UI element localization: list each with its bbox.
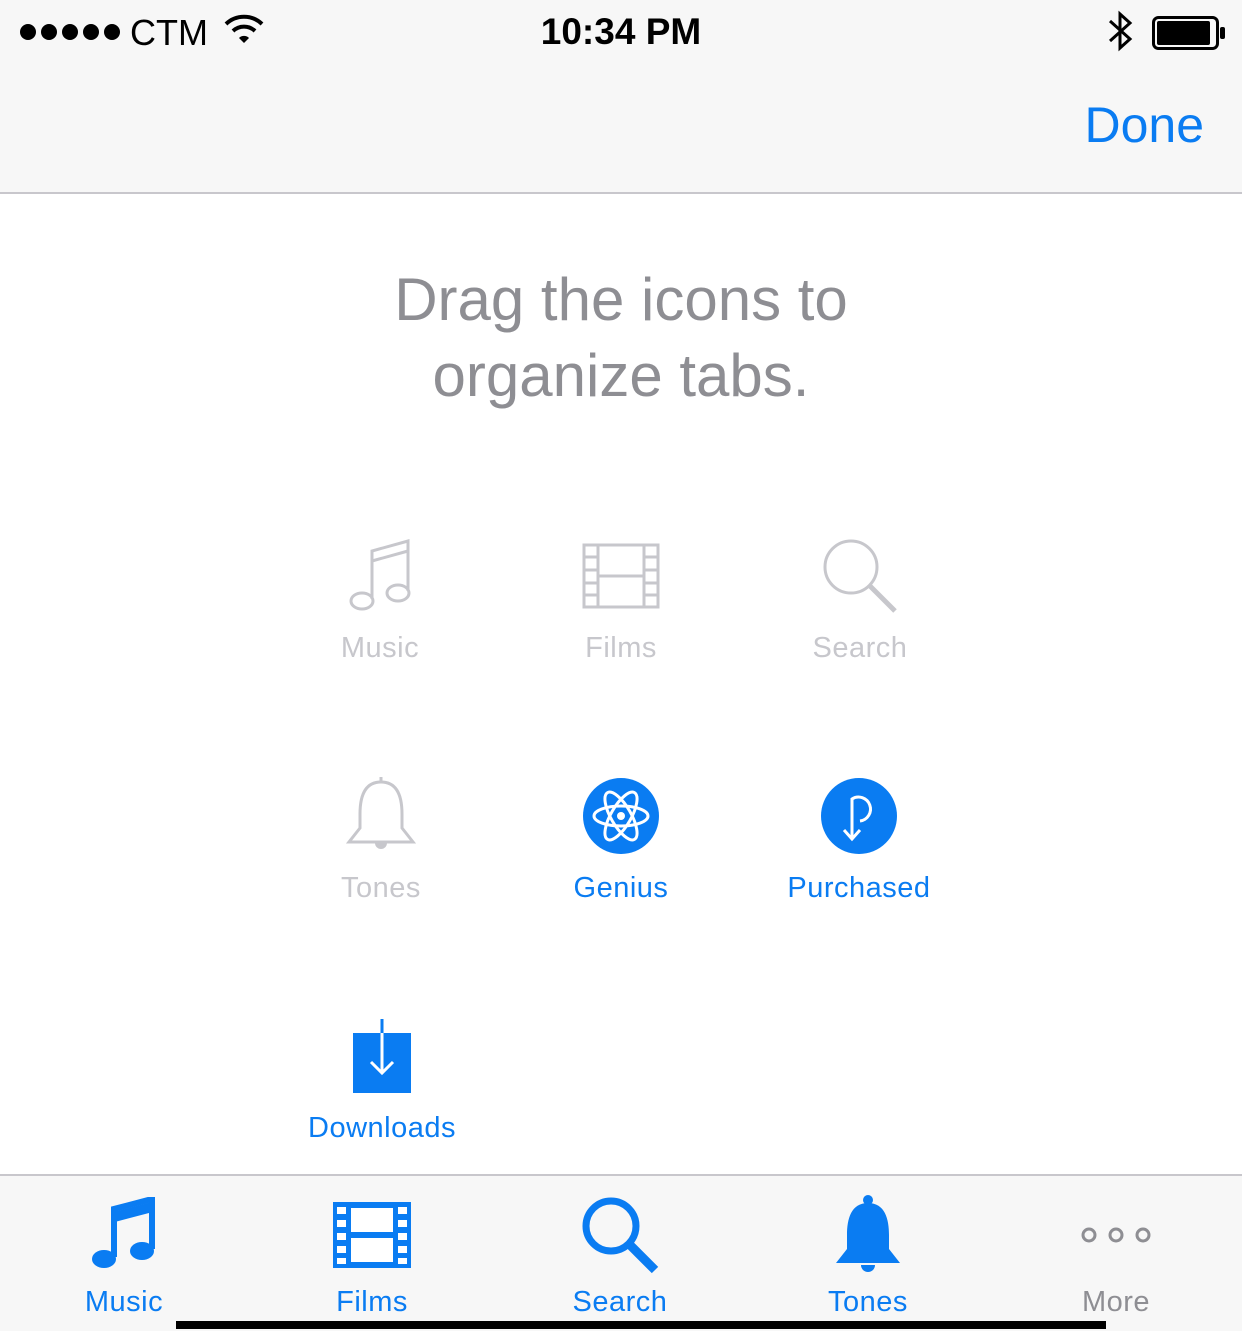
bell-icon xyxy=(346,777,416,849)
done-button[interactable]: Done xyxy=(1084,96,1204,154)
tab-films[interactable]: Films xyxy=(248,1176,496,1331)
grid-item-label: Genius xyxy=(573,872,669,904)
tab-label: Search xyxy=(572,1286,668,1318)
magnifier-icon xyxy=(823,539,897,613)
grid-item-purchased[interactable]: Purchased xyxy=(739,774,979,905)
magnifier-icon xyxy=(582,1197,659,1274)
purchased-icon xyxy=(821,778,897,854)
instruction-line-2: organize tabs. xyxy=(432,342,810,409)
tab-label: Tones xyxy=(828,1286,908,1318)
grid-item-films[interactable]: Films xyxy=(501,534,741,665)
tab-more[interactable]: More xyxy=(992,1176,1240,1331)
grid-item-label: Search xyxy=(812,632,908,664)
status-bar: CTM 10:34 PM xyxy=(0,0,1242,66)
film-strip-icon xyxy=(333,1202,411,1268)
tab-search[interactable]: Search xyxy=(496,1176,744,1331)
tab-label: More xyxy=(1081,1286,1151,1318)
grid-item-label: Tones xyxy=(341,872,421,904)
instruction-text: Drag the icons to organize tabs. xyxy=(0,262,1242,414)
bluetooth-icon xyxy=(1108,10,1133,52)
grid-item-label: Downloads xyxy=(308,1112,456,1144)
download-icon xyxy=(353,1019,411,1093)
grid-item-label: Films xyxy=(585,632,657,664)
music-note-icon xyxy=(349,539,411,611)
grid-item-downloads[interactable]: Downloads xyxy=(262,1014,502,1145)
film-strip-icon xyxy=(582,543,660,609)
grid-item-tones[interactable]: Tones xyxy=(261,774,501,905)
grid-item-music[interactable]: Music xyxy=(260,534,500,665)
battery-icon xyxy=(1152,16,1225,50)
grid-item-label: Purchased xyxy=(787,872,931,904)
tab-tones[interactable]: Tones xyxy=(744,1176,992,1331)
status-time: 10:34 PM xyxy=(540,11,702,52)
tab-label: Music xyxy=(84,1286,164,1318)
tab-bar: Music Films Search Tones More xyxy=(0,1174,1242,1331)
instruction-line-1: Drag the icons to xyxy=(394,266,848,333)
grid-item-search[interactable]: Search xyxy=(740,534,980,665)
bell-icon xyxy=(836,1195,900,1272)
music-note-icon xyxy=(92,1197,155,1268)
tab-music[interactable]: Music xyxy=(0,1176,248,1331)
atom-icon xyxy=(583,778,659,854)
more-dots-icon xyxy=(1081,1227,1151,1243)
tab-label: Films xyxy=(336,1286,408,1318)
grid-item-label: Music xyxy=(340,632,420,664)
grid-item-genius[interactable]: Genius xyxy=(501,774,741,905)
navigation-bar: Done xyxy=(0,66,1242,194)
home-indicator xyxy=(176,1321,1106,1329)
